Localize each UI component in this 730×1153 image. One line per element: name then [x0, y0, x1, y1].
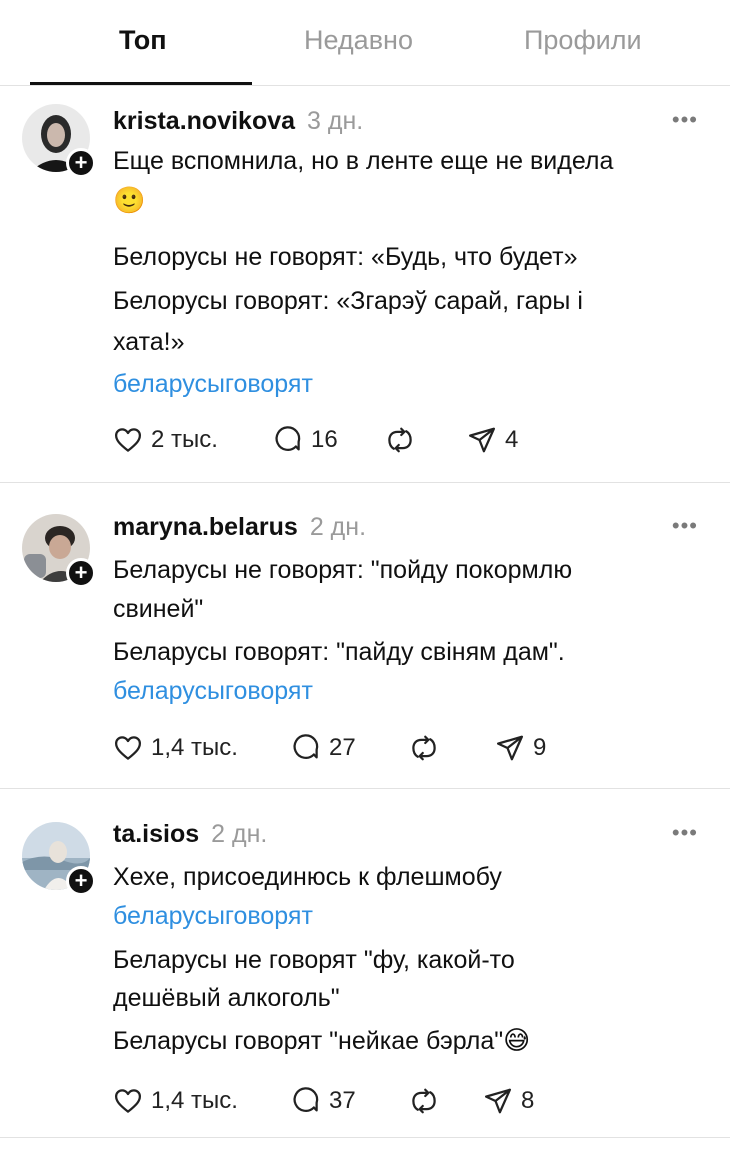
hashtag-link[interactable]: беларусыговорят — [113, 675, 313, 707]
post-time: 2 дн. — [309, 513, 367, 541]
follow-plus-icon[interactable]: + — [66, 558, 96, 588]
post-text-line: Белорусы говорят: «Згарэў сарай, гары і — [113, 287, 583, 315]
heart-icon — [115, 1089, 141, 1113]
post-text-line: Беларусы говорят "нейкае бэрла"😅 — [113, 1025, 530, 1057]
avatar[interactable]: + — [22, 104, 96, 178]
send-icon — [469, 427, 495, 453]
post-text-line: Еще вспомнила, но в ленте еще не видела — [113, 147, 614, 175]
like-button[interactable]: 2 тыс. — [113, 422, 218, 458]
post-text-line: Беларусы говорят: "пайду свіням дам". — [113, 638, 565, 666]
follow-plus-icon[interactable]: + — [66, 148, 96, 178]
share-button[interactable]: 8 — [483, 1083, 534, 1119]
repost-button[interactable] — [409, 1083, 439, 1119]
post-text-line: дешёвый алкоголь" — [113, 984, 340, 1012]
repost-button[interactable] — [385, 422, 415, 458]
follow-plus-icon[interactable]: + — [66, 866, 96, 896]
post-text-line: Беларусы не говорят "фу, какой-то — [113, 946, 515, 974]
post-text-line: Хехе, присоединюсь к флешмобу — [113, 863, 502, 891]
repost-icon — [412, 1088, 436, 1114]
repost-icon — [388, 427, 412, 453]
post-maryna-belarus[interactable]: + maryna.belarus 2 дн. ••• Беларусы не го… — [0, 484, 730, 789]
post-actions: 1,4 тыс. 27 9 — [113, 730, 673, 766]
post-text-line: Белорусы не говорят: «Будь, что будет» — [113, 243, 578, 271]
post-emoji: 😅 — [503, 1026, 531, 1056]
post-text-line: хата!» — [113, 328, 185, 356]
post-time: 3 дн. — [307, 107, 364, 135]
post-krista-novikova[interactable]: + krista.novikova 3 дн. ••• Еще вспомнила… — [0, 86, 730, 483]
username[interactable]: maryna.belarus — [113, 513, 298, 541]
hashtag-link[interactable]: беларусыговорят — [113, 900, 313, 932]
comment-count: 16 — [311, 426, 338, 453]
send-icon — [485, 1088, 511, 1114]
post-header: krista.novikova 3 дн. — [113, 105, 363, 137]
avatar[interactable]: + — [22, 822, 96, 896]
post-actions: 1,4 тыс. 37 8 — [113, 1083, 673, 1119]
share-button[interactable]: 9 — [495, 730, 546, 766]
like-button[interactable]: 1,4 тыс. — [113, 730, 238, 766]
more-dots-icon[interactable]: ••• — [672, 515, 698, 537]
heart-icon — [115, 428, 141, 452]
repost-icon — [412, 735, 436, 761]
send-icon — [497, 735, 523, 761]
like-button[interactable]: 1,4 тыс. — [113, 1083, 238, 1119]
comment-button[interactable]: 27 — [291, 730, 356, 766]
comment-bubble-icon — [275, 426, 301, 451]
username[interactable]: krista.novikova — [113, 107, 295, 135]
comment-bubble-icon — [293, 1087, 319, 1112]
tab-top[interactable]: Топ — [119, 22, 167, 58]
username[interactable]: ta.isios — [113, 820, 199, 848]
share-count: 8 — [521, 1087, 535, 1114]
like-count: 2 тыс. — [151, 426, 218, 453]
comment-count: 37 — [329, 1087, 356, 1114]
tab-bar: Топ Недавно Профили — [0, 0, 730, 86]
share-count: 4 — [505, 426, 519, 453]
comment-bubble-icon — [293, 734, 319, 759]
post-emoji: 🙂 — [113, 186, 146, 216]
heart-icon — [115, 736, 141, 760]
post-text-line: Беларусы не говорят: "пойду покормлю — [113, 556, 573, 584]
hashtag-link[interactable]: беларусыговорят — [113, 368, 313, 400]
more-dots-icon[interactable]: ••• — [672, 822, 698, 844]
active-tab-indicator — [30, 82, 252, 85]
share-count: 9 — [533, 734, 547, 761]
like-count: 1,4 тыс. — [151, 734, 238, 761]
post-text-line: свиней" — [113, 595, 204, 623]
post-time: 2 дн. — [211, 820, 268, 848]
more-dots-icon[interactable]: ••• — [672, 109, 698, 131]
post-text: Беларусы говорят "нейкае бэрла" — [113, 1027, 504, 1055]
post-header: ta.isios 2 дн. — [113, 818, 267, 850]
tab-profiles[interactable]: Профили — [524, 22, 642, 58]
comment-button[interactable]: 16 — [273, 422, 338, 458]
avatar[interactable]: + — [22, 514, 96, 588]
comment-count: 27 — [329, 734, 356, 761]
tab-recent[interactable]: Недавно — [304, 22, 413, 58]
like-count: 1,4 тыс. — [151, 1087, 238, 1114]
comment-button[interactable]: 37 — [291, 1083, 356, 1119]
share-button[interactable]: 4 — [467, 422, 518, 458]
post-ta-isios[interactable]: + ta.isios 2 дн. ••• Хехе, присоединюсь к… — [0, 790, 730, 1138]
repost-button[interactable] — [409, 730, 439, 766]
post-actions: 2 тыс. 16 4 — [113, 422, 673, 458]
post-header: maryna.belarus 2 дн. — [113, 511, 366, 543]
